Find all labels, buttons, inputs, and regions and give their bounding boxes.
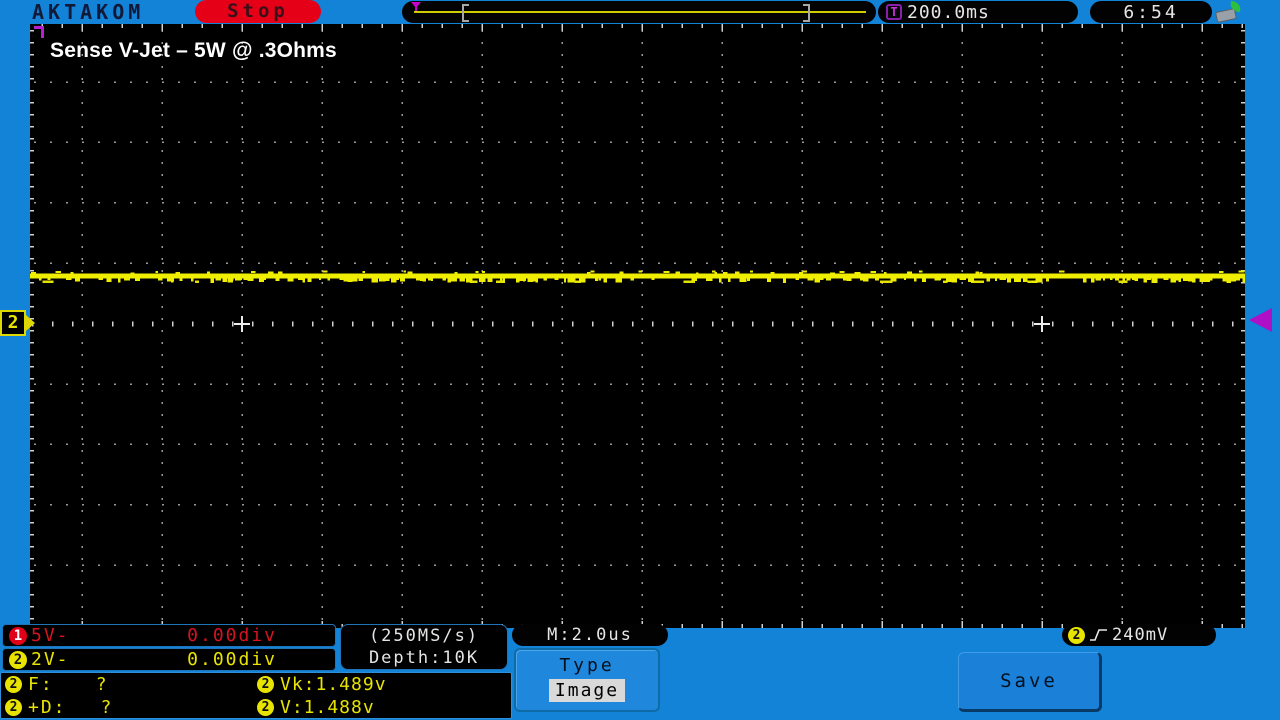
meas-group-v: 2 V:1.488v [257, 697, 375, 718]
meas-value-v: V:1.488v [280, 697, 375, 718]
trigger-position-flag-stem [41, 26, 44, 38]
meas-label-f: F: [28, 674, 54, 695]
record-depth: Depth:10K [341, 647, 507, 669]
meas-ch-badge: 2 [5, 676, 22, 693]
meas-value-d: ? [101, 697, 112, 718]
trigger-level-value: 240mV [1112, 625, 1168, 645]
ch1-settings-row: 1 5V- 0.00div [2, 624, 336, 647]
measurement-row-2: 2 +D: ? 2 V:1.488v [1, 696, 511, 719]
ch2-offset: 0.00div [187, 649, 277, 670]
ch2-zero-level-marker[interactable]: 2 [0, 310, 26, 336]
channel-settings-panel: 1 5V- 0.00div 2 2V- 0.00div [2, 624, 336, 672]
meas-group-vk: 2 Vk:1.489v [257, 674, 387, 695]
meas-value-f: ? [96, 674, 107, 695]
trigger-level-arrow-icon[interactable] [1249, 308, 1272, 332]
scope-display: Sense V-Jet – 5W @ .3Ohms 2 [0, 23, 1280, 629]
usb-drive-icon [1216, 2, 1244, 22]
ch2-zero-level-arrow-icon [26, 315, 35, 331]
clock-readout: 6:54 [1090, 1, 1212, 23]
horizontal-position-bar[interactable] [402, 1, 876, 23]
type-button-value[interactable]: Image [549, 679, 625, 702]
save-button[interactable]: Save [958, 652, 1102, 712]
ch2-settings-row: 2 2V- 0.00div [2, 648, 336, 671]
ch1-badge: 1 [9, 627, 27, 645]
rising-edge-icon [1089, 627, 1109, 643]
graticule-and-trace [30, 24, 1245, 628]
trigger-t-icon: T [886, 4, 902, 20]
ch1-scale: 5V- [31, 625, 70, 646]
brand-logo: AKTAKOM [32, 0, 144, 24]
ch2-badge: 2 [9, 651, 27, 669]
trigger-time-readout: T 200.0ms [878, 1, 1078, 23]
type-button[interactable]: Type Image [514, 648, 660, 712]
timebase-readout: M:2.0us [512, 624, 668, 646]
trigger-time-value: 200.0ms [907, 2, 990, 23]
ch2-scale: 2V- [31, 649, 70, 670]
measurements-panel: 2 F: ? 2 Vk:1.489v 2 +D: ? 2 V:1.488v [0, 672, 512, 719]
meas-label-d: +D: [28, 697, 67, 718]
run-state-badge[interactable]: Stop [195, 0, 321, 23]
screen-annotation: Sense V-Jet – 5W @ .3Ohms [50, 39, 337, 63]
acquisition-panel: (250MS/s) Depth:10K [340, 624, 508, 670]
type-button-label: Type [516, 655, 658, 676]
window-left-bracket-icon [462, 4, 469, 22]
meas-ch-badge: 2 [5, 699, 22, 716]
graticule-area: Sense V-Jet – 5W @ .3Ohms [30, 24, 1245, 628]
window-right-bracket-icon [803, 4, 810, 22]
trigger-channel-badge: 2 [1068, 627, 1085, 644]
meas-ch-badge: 2 [257, 676, 274, 693]
trigger-position-marker-stem [415, 7, 417, 11]
measurement-row-1: 2 F: ? 2 Vk:1.489v [1, 673, 511, 696]
position-bar-line [414, 11, 866, 13]
sample-rate: (250MS/s) [341, 625, 507, 647]
meas-ch-badge: 2 [257, 699, 274, 716]
trigger-level-readout: 2 240mV [1062, 624, 1216, 646]
ch1-offset: 0.00div [187, 625, 277, 646]
meas-value-vk: Vk:1.489v [280, 674, 387, 695]
